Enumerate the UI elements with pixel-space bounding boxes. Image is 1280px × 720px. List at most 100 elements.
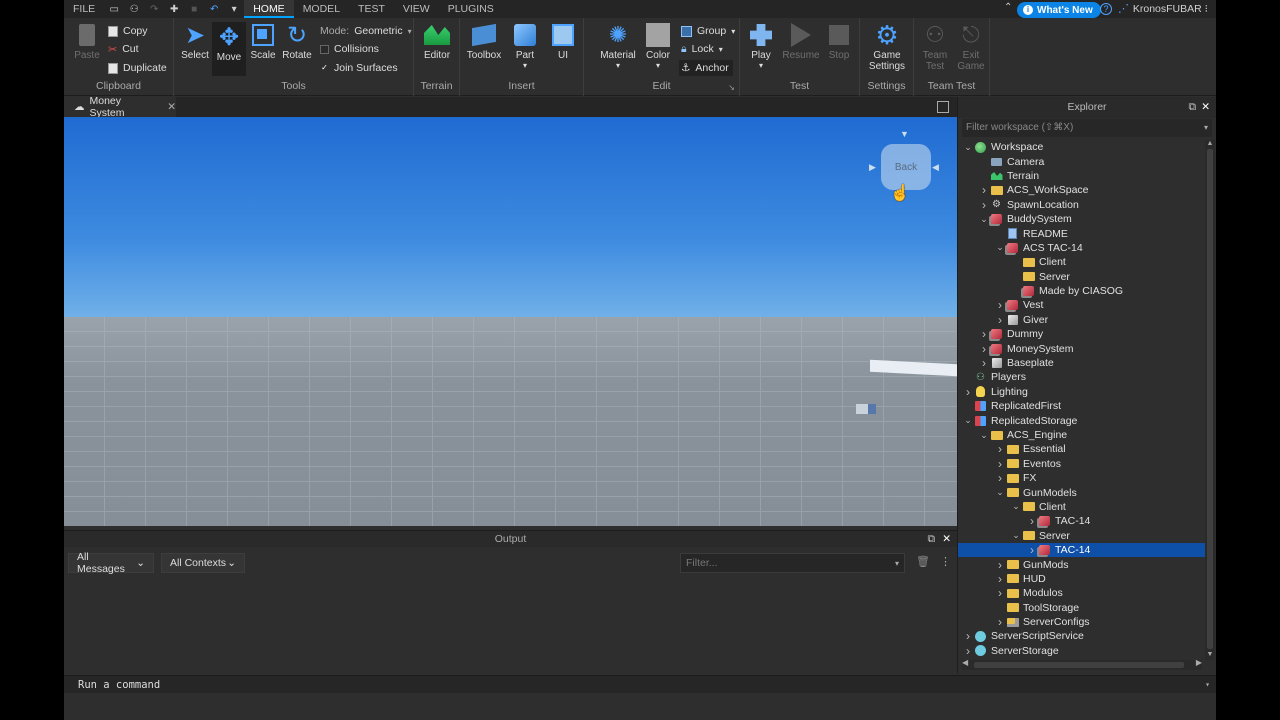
scroll-thumb[interactable] [1207, 149, 1213, 649]
explorer-item[interactable]: › HUD [958, 572, 1205, 586]
explorer-item[interactable]: ⌄ ReplicatedStorage [958, 413, 1205, 427]
terrain-editor-button[interactable]: Editor [420, 22, 454, 61]
explorer-item[interactable]: › FX [958, 471, 1205, 485]
chevron-right-icon[interactable]: › [962, 385, 974, 399]
part-dropdown-icon[interactable]: ▾ [508, 61, 542, 70]
3d-viewport[interactable]: Back ▼ ▶ ◀ ☝ [64, 117, 957, 526]
undo-icon[interactable]: ↶ [208, 3, 220, 15]
close-explorer-icon[interactable]: ✕ [1201, 97, 1210, 118]
explorer-item[interactable]: Made by CIASOG [958, 284, 1205, 298]
explorer-item[interactable]: › Lighting [958, 385, 1205, 399]
chevron-down-icon[interactable]: ⌄ [978, 214, 990, 225]
chevron-down-icon[interactable]: ⌄ [1010, 501, 1022, 512]
join-surfaces-toggle[interactable]: ✓ Join Surfaces [320, 60, 397, 76]
tab-plugins[interactable]: PLUGINS [439, 0, 503, 18]
explorer-item[interactable]: ReplicatedFirst [958, 399, 1205, 413]
scroll-down-icon[interactable]: ▼ [1205, 651, 1215, 658]
view-cube-right-icon[interactable]: ◀ [932, 162, 939, 173]
explorer-item[interactable]: › ⚙ SpawnLocation [958, 198, 1205, 212]
explorer-item[interactable]: › Eventos [958, 457, 1205, 471]
play-button[interactable]: Play ▾ [744, 22, 778, 70]
explorer-item[interactable]: › TAC-14 [958, 542, 1205, 558]
hscroll-thumb[interactable] [974, 662, 1184, 668]
more-icon[interactable]: ▾ [228, 3, 240, 15]
explorer-item[interactable]: README [958, 226, 1205, 240]
explorer-item[interactable]: ⌄ Server [958, 529, 1205, 543]
chevron-right-icon[interactable]: › [994, 457, 1006, 471]
explorer-item[interactable]: › ACS_WorkSpace [958, 183, 1205, 197]
paste-button[interactable]: Paste [70, 22, 104, 61]
lock-button[interactable]: 🔒︎ Lock ▾ [681, 41, 723, 57]
collisions-checkbox[interactable] [320, 44, 329, 54]
explorer-item[interactable]: ⌄ ACS_Engine [958, 428, 1205, 442]
resume-button[interactable]: Resume [782, 22, 820, 61]
collapse-ribbon-icon[interactable]: ⌃ [1004, 2, 1012, 13]
part-button[interactable]: Part ▾ [508, 22, 542, 70]
chevron-right-icon[interactable]: › [994, 298, 1006, 312]
explorer-item[interactable]: ⚇ Players [958, 370, 1205, 384]
tab-home[interactable]: HOME [244, 0, 294, 18]
color-button[interactable]: Color ▾ [641, 22, 675, 70]
chevron-right-icon[interactable]: › [978, 356, 990, 370]
game-settings-button[interactable]: ⚙ Game Settings [866, 20, 908, 73]
move-tool-button[interactable]: ✥ Move [212, 22, 246, 76]
chevron-right-icon[interactable]: › [994, 313, 1006, 327]
explorer-item[interactable]: Terrain [958, 169, 1205, 183]
chevron-right-icon[interactable]: › [978, 342, 990, 356]
explorer-item[interactable]: Camera [958, 154, 1205, 168]
chevron-down-icon[interactable]: ⌄ [978, 430, 990, 441]
explorer-item[interactable]: › TAC-14 [958, 514, 1205, 528]
material-dropdown-icon[interactable]: ▾ [598, 61, 638, 70]
explorer-filter-input[interactable]: Filter workspace (⇧⌘X) ▾ [962, 119, 1212, 137]
explorer-item[interactable]: › Modulos [958, 586, 1205, 600]
ui-button[interactable]: UI [546, 22, 580, 61]
color-dropdown-icon[interactable]: ▾ [641, 61, 675, 70]
file-menu[interactable]: FILE [64, 0, 104, 18]
chevron-right-icon[interactable]: › [978, 327, 990, 341]
explorer-item[interactable]: › GunMods [958, 557, 1205, 572]
tab-test[interactable]: TEST [349, 0, 394, 18]
chevron-down-icon[interactable]: ⌄ [994, 242, 1006, 253]
trash-icon[interactable]: 🗑︎ [916, 555, 930, 568]
chevron-right-icon[interactable]: › [994, 572, 1006, 586]
chevron-down-icon[interactable]: ⌄ [962, 415, 974, 426]
chevron-down-icon[interactable]: ⌄ [1010, 530, 1022, 541]
chevron-right-icon[interactable]: › [994, 586, 1006, 600]
explorer-item[interactable]: › MoneySystem [958, 341, 1205, 356]
new-file-icon[interactable]: ▭ [108, 3, 120, 15]
viewport-layout-icon[interactable] [937, 101, 949, 113]
chevron-right-icon[interactable]: › [1026, 514, 1038, 528]
join-surfaces-checkbox[interactable]: ✓ [320, 63, 329, 73]
close-icon[interactable]: ✕ [167, 101, 176, 113]
scroll-right-icon[interactable]: ▶ [1196, 658, 1202, 667]
edit-expand-icon[interactable]: ↘ [728, 83, 735, 92]
explorer-item[interactable]: Server [958, 270, 1205, 284]
toolbox-button[interactable]: Toolbox [466, 22, 502, 61]
messages-filter-dropdown[interactable]: All Messages ⌄ [68, 551, 154, 575]
explorer-item[interactable]: › Vest [958, 298, 1205, 312]
rotate-tool-button[interactable]: ↻ Rotate [280, 22, 314, 62]
chevron-right-icon[interactable]: › [994, 442, 1006, 456]
undock-icon[interactable]: ⧉ [1189, 97, 1197, 118]
play-dropdown-icon[interactable]: ▾ [744, 61, 778, 70]
explorer-item[interactable]: › Dummy [958, 327, 1205, 341]
duplicate-button[interactable]: Duplicate [108, 60, 167, 76]
explorer-item[interactable]: ⌄ GunModels [958, 485, 1205, 499]
explorer-item[interactable]: › Essential [958, 442, 1205, 456]
close-output-icon[interactable]: ✕ [942, 531, 951, 547]
explorer-item[interactable]: ⌄ Workspace [958, 140, 1205, 154]
chevron-down-icon[interactable]: ⌄ [962, 142, 974, 153]
explorer-item[interactable]: ⌄ ACS TAC-14 [958, 241, 1205, 255]
anchor-button[interactable]: ⚓︎ Anchor [679, 60, 733, 76]
view-cube-left-icon[interactable]: ▶ [869, 162, 876, 173]
explorer-horizontal-scrollbar[interactable]: ◀ ▶ [962, 658, 1202, 670]
chevron-right-icon[interactable]: › [1026, 543, 1038, 557]
chevron-right-icon[interactable]: › [978, 183, 990, 197]
explorer-item[interactable]: ⌄ BuddySystem [958, 212, 1205, 226]
explorer-item[interactable]: › ServerStorage [958, 644, 1205, 658]
contexts-filter-dropdown[interactable]: All Contexts ⌄ [161, 553, 245, 573]
chevron-right-icon[interactable]: › [978, 198, 990, 212]
publish-icon[interactable]: ✚ [168, 3, 180, 15]
help-icon[interactable]: ? [1100, 3, 1112, 15]
chevron-down-icon[interactable]: ⌄ [994, 487, 1006, 498]
